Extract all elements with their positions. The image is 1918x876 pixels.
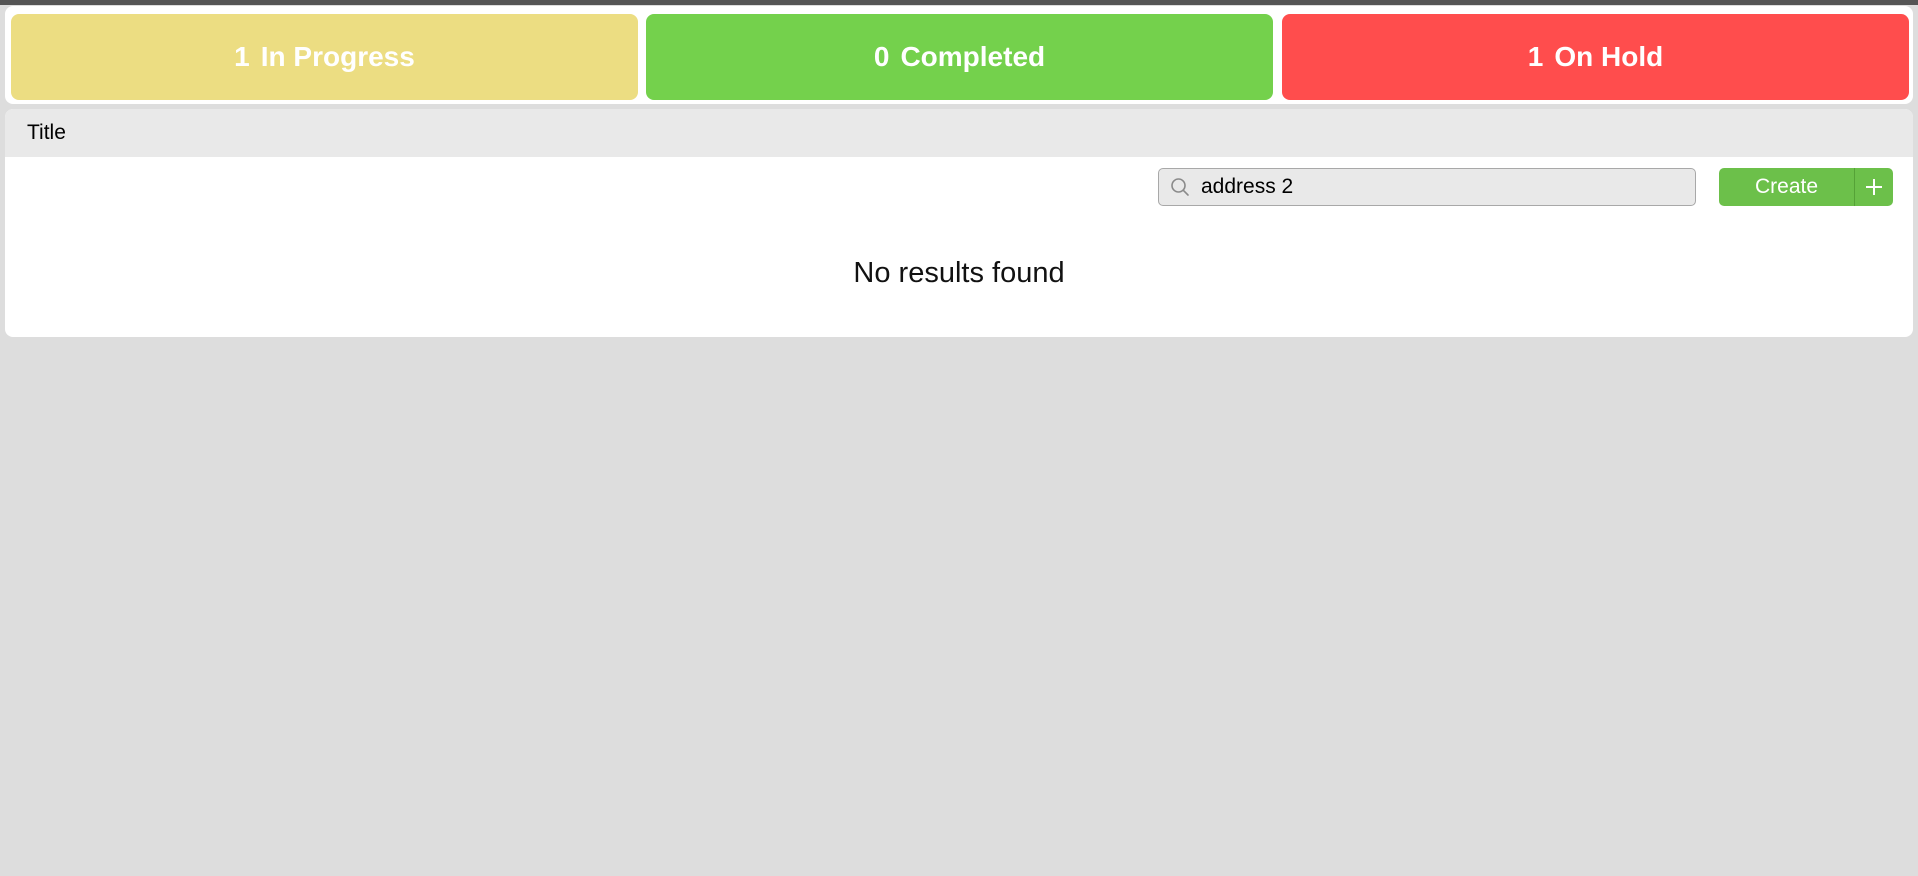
status-count: 1 [234, 41, 250, 72]
results-panel: Title Create No results found [5, 109, 1913, 337]
column-header-title[interactable]: Title [27, 121, 66, 145]
add-button[interactable] [1855, 168, 1893, 206]
status-label: Completed [900, 41, 1046, 72]
status-card-completed[interactable]: 0 Completed [646, 14, 1273, 100]
search-icon [1171, 178, 1189, 196]
table-header: Title [5, 109, 1913, 157]
status-label: In Progress [260, 41, 415, 72]
empty-state-message: No results found [853, 257, 1065, 289]
status-count: 1 [1527, 41, 1544, 72]
status-label: On Hold [1554, 41, 1664, 72]
status-summary-bar: 1 In Progress 0 Completed 1 On Hold [5, 6, 1913, 104]
top-border [0, 0, 1918, 5]
search-input[interactable] [1201, 175, 1681, 199]
status-card-on-hold[interactable]: 1 On Hold [1282, 14, 1909, 100]
status-card-in-progress[interactable]: 1 In Progress [11, 14, 638, 100]
plus-icon [1866, 179, 1882, 195]
create-button-group: Create [1719, 168, 1893, 206]
status-count: 0 [873, 41, 890, 72]
create-button[interactable]: Create [1719, 168, 1854, 206]
search-box[interactable] [1158, 168, 1696, 206]
